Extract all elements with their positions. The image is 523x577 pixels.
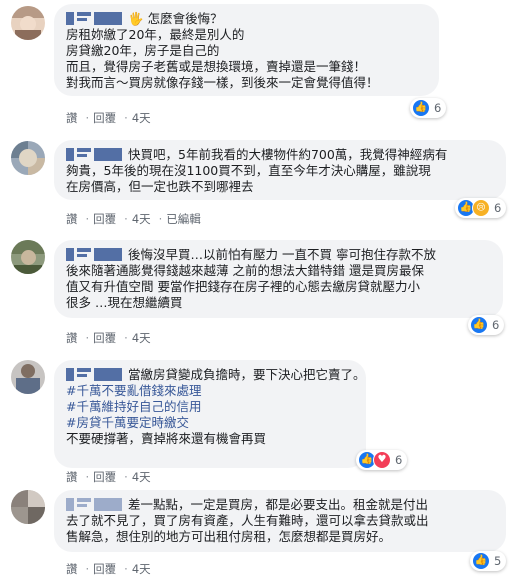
hashtag-link[interactable]: #千萬不要亂借錢來處理 (66, 383, 354, 399)
like-button[interactable]: 讚 (66, 331, 78, 345)
comment-text-line: 售解急，想住別的地方可出租付房租，怎麼想都是買房好。 (66, 529, 392, 544)
comment-bubble: 當繳房貸變成負擔時，要下決心把它賣了。 #千萬不要亂借錢來處理 #千萬維持好自己… (54, 360, 366, 468)
wave-emoji: 🖐 (128, 11, 144, 26)
avatar[interactable] (11, 240, 45, 274)
reaction-count: 6 (494, 201, 502, 215)
reaction-summary[interactable]: 👍 6 (410, 98, 447, 118)
reply-button[interactable]: 回覆 (93, 470, 116, 484)
comment-actions: 讚 · 回覆 · 4天 (66, 331, 151, 345)
avatar[interactable] (11, 141, 45, 175)
commenter-name[interactable] (66, 368, 124, 381)
comment-actions: 讚 · 回覆 · 4天 · 已編輯 (66, 212, 201, 226)
timestamp[interactable]: 4天 (132, 331, 151, 345)
sad-icon: 😢 (472, 199, 490, 217)
comment-text-line: 差一點點，一定是買房，都是必要支出。租金就是付出 (128, 497, 429, 512)
comment-text-line: 快買吧，5年前我看的大樓物件約700萬，我覺得神經病有 (128, 147, 448, 162)
timestamp[interactable]: 4天 (132, 212, 151, 226)
comment-text-line: 怎麼會後悔？ (147, 11, 223, 26)
like-icon: 👍 (412, 99, 430, 117)
comment-text-line: 夠貴，5年後的現在沒1100買不到，直至今年才決心購屋，雖說現 (66, 163, 431, 178)
edited-label: 已編輯 (166, 212, 201, 226)
reply-button[interactable]: 回覆 (93, 562, 116, 576)
reaction-count: 6 (395, 453, 403, 467)
timestamp[interactable]: 4天 (132, 111, 151, 125)
hashtag-link[interactable]: #房貸千萬要定時繳交 (66, 415, 354, 431)
avatar[interactable] (11, 6, 45, 40)
reaction-count: 6 (492, 318, 500, 332)
comment-text-line: 房租妳繳了20年，最終是別人的 (66, 27, 245, 42)
commenter-name[interactable] (66, 498, 124, 511)
reaction-count: 5 (494, 554, 502, 568)
comment-actions: 讚 · 回覆 · 4天 (66, 562, 151, 576)
comment-bubble: 後悔沒早買…以前怕有壓力 一直不買 寧可抱住存款不放 後來隨著通膨覺得錢越來越薄… (54, 240, 503, 318)
reaction-summary[interactable]: 👍 5 (470, 551, 507, 571)
comment-text-line: 在房價高，但一定也跌不到哪裡去 (66, 179, 254, 194)
reply-button[interactable]: 回覆 (93, 111, 116, 125)
comment-text-line: 去了就不見了，買了房有資產，人生有難時，還可以拿去貸款或出 (66, 513, 429, 528)
reaction-summary[interactable]: 👍 6 (468, 315, 505, 335)
comment-bubble: 🖐 怎麼會後悔？ 房租妳繳了20年，最終是別人的 房貸繳20年，房子是自己的 而… (54, 4, 439, 96)
like-icon: 👍 (472, 552, 490, 570)
like-button[interactable]: 讚 (66, 111, 78, 125)
comment-text-line: 對我而言～買房就像存錢一樣，到後來一定會覺得值得！ (66, 75, 379, 90)
like-button[interactable]: 讚 (66, 470, 78, 484)
avatar[interactable] (11, 360, 45, 394)
hashtag-link[interactable]: #千萬維持好自己的信用 (66, 399, 354, 415)
reaction-summary[interactable]: 👍 ♥ 6 (356, 450, 408, 470)
comment-text-line: 當繳房貸變成負擔時，要下決心把它賣了。 (128, 367, 366, 382)
comment-text-line: 房貸繳20年，房子是自己的 (66, 43, 220, 58)
comment-actions: 讚 · 回覆 · 4天 (66, 111, 151, 125)
comment-bubble: 快買吧，5年前我看的大樓物件約700萬，我覺得神經病有 夠貴，5年後的現在沒11… (54, 140, 506, 200)
timestamp[interactable]: 4天 (132, 562, 151, 576)
comment-bubble: 差一點點，一定是買房，都是必要支出。租金就是付出 去了就不見了，買了房有資產，人… (54, 490, 506, 552)
like-icon: 👍 (470, 316, 488, 334)
comment-text-line: 很多 …現在想繼續買 (66, 295, 183, 310)
comment-text-line: 後來隨著通膨覺得錢越來越薄 之前的想法大錯特錯 還是買房最保 (66, 263, 424, 278)
comment-text-line: 而且，覺得房子老舊或是想換環境，賣掉還是一筆錢！ (66, 59, 367, 74)
reply-button[interactable]: 回覆 (93, 331, 116, 345)
like-button[interactable]: 讚 (66, 562, 78, 576)
comment-text-line: 後悔沒早買…以前怕有壓力 一直不買 寧可抱住存款不放 (128, 247, 436, 262)
heart-icon: ♥ (373, 451, 391, 469)
comment-actions: 讚 · 回覆 · 4天 (66, 470, 151, 484)
avatar[interactable] (11, 490, 45, 524)
reply-button[interactable]: 回覆 (93, 212, 116, 226)
comment-text-line: 不要硬撐著，賣掉將來還有機會再買 (66, 431, 267, 446)
reaction-summary[interactable]: 👍 😢 6 (455, 198, 507, 218)
comment-text-line: 值又有升值空間 要當作把錢存在房子裡的心態去繳房貸就壓力小 (66, 279, 420, 294)
commenter-name[interactable] (66, 12, 124, 25)
commenter-name[interactable] (66, 148, 124, 161)
timestamp[interactable]: 4天 (132, 470, 151, 484)
like-button[interactable]: 讚 (66, 212, 78, 226)
reaction-count: 6 (434, 101, 442, 115)
commenter-name[interactable] (66, 248, 124, 261)
